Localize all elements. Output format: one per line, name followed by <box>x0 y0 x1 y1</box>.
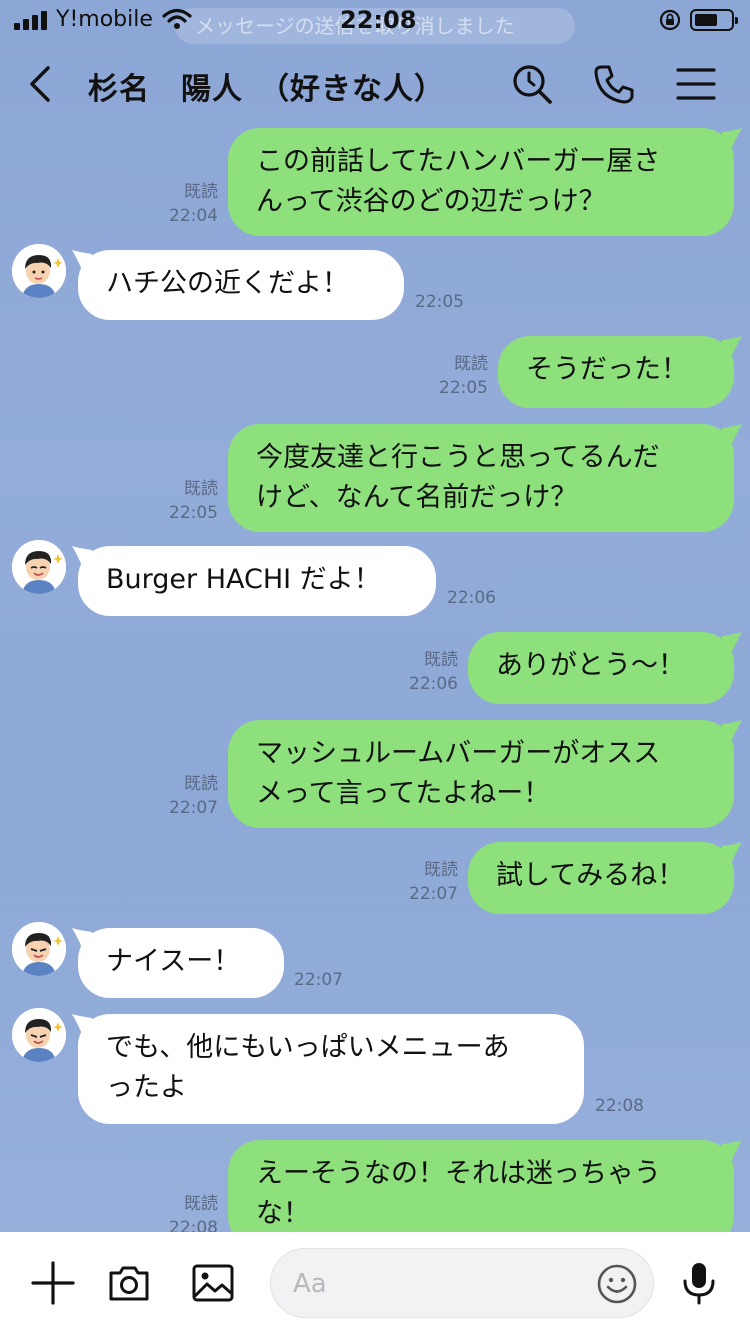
wifi-icon <box>162 8 192 29</box>
status-bar: Y!mobile メッセージの送信を取り消しました 22:08 <box>0 0 750 44</box>
message-time: 22:07 <box>409 884 458 904</box>
bubble-tail <box>722 1140 742 1160</box>
message-time: 22:05 <box>415 292 464 312</box>
message-text: ハチ公の近くだよ！ <box>106 268 349 299</box>
message-time: 22:07 <box>169 798 218 818</box>
read-receipt: 既読 <box>184 1194 218 1214</box>
avatar-icon <box>12 1008 66 1062</box>
bubble-tail <box>722 632 742 652</box>
battery-icon <box>690 9 738 31</box>
message-text: んって渋谷のどの辺だっけ？ <box>256 186 606 217</box>
image-icon[interactable] <box>190 1260 236 1306</box>
message-bubble[interactable]: ナイスー！ <box>78 928 284 998</box>
message-bubble[interactable]: ありがとう～！ <box>468 632 734 704</box>
message-meta: 既読 22:04 <box>150 180 218 228</box>
plus-icon[interactable] <box>30 1260 76 1306</box>
message-text: でも、他にもいっぱいメニューあ <box>106 1032 510 1063</box>
signal-icon <box>14 10 50 30</box>
message-time: 22:04 <box>169 206 218 226</box>
message-bubble[interactable]: この前話してたハンバーガー屋さ んって渋谷のどの辺だっけ？ <box>228 128 734 236</box>
back-icon[interactable] <box>22 62 62 106</box>
status-time: 22:08 <box>340 6 417 34</box>
rotation-lock-icon <box>659 9 681 31</box>
message-meta: 既読 22:05 <box>420 352 488 400</box>
read-receipt: 既読 <box>184 182 218 202</box>
message-text: ありがとう～！ <box>496 650 685 681</box>
bubble-tail <box>722 842 742 862</box>
message-text: マッシュルームバーガーがオスス <box>256 738 661 769</box>
emoji-icon[interactable] <box>595 1262 639 1306</box>
read-receipt: 既読 <box>454 354 488 374</box>
read-receipt: 既読 <box>424 650 458 670</box>
avatar-icon <box>12 540 66 594</box>
message-meta: 既読 22:06 <box>390 648 458 696</box>
message-text: この前話してたハンバーガー屋さ <box>256 146 661 177</box>
message-input-field[interactable] <box>293 1263 593 1305</box>
message-time: 22:08 <box>595 1096 644 1116</box>
message-time: 22:06 <box>409 674 458 694</box>
message-time: 22:05 <box>439 378 488 398</box>
message-meta: 既読 22:07 <box>150 772 218 820</box>
message-text: ナイスー！ <box>106 946 241 977</box>
microphone-icon[interactable] <box>676 1260 722 1306</box>
message-text: ったよ <box>106 1072 187 1103</box>
message-meta: 既読 22:07 <box>390 858 458 906</box>
avatar-icon <box>12 922 66 976</box>
message-time: 22:06 <box>447 588 496 608</box>
read-receipt: 既読 <box>184 479 218 499</box>
message-bubble[interactable]: 試してみるね！ <box>468 842 734 914</box>
camera-icon[interactable] <box>106 1260 152 1306</box>
message-bubble[interactable]: そうだった！ <box>498 336 734 408</box>
avatar[interactable] <box>12 540 66 594</box>
bubble-tail <box>722 720 742 740</box>
message-text: メって言ってたよねー！ <box>256 778 551 809</box>
message-text: 試してみるね！ <box>496 860 685 891</box>
message-bubble[interactable]: マッシュルームバーガーがオスス メって言ってたよねー！ <box>228 720 734 828</box>
message-bubble[interactable]: でも、他にもいっぱいメニューあ ったよ <box>78 1014 584 1124</box>
avatar[interactable] <box>12 922 66 976</box>
avatar-icon <box>12 244 66 298</box>
search-icon[interactable] <box>510 62 554 106</box>
message-bubble[interactable]: 今度友達と行こうと思ってるんだ けど、なんて名前だっけ？ <box>228 424 734 532</box>
input-bar <box>0 1232 750 1334</box>
chat-title: 杉名 陽人 （好きな人） <box>88 72 445 107</box>
bubble-tail <box>722 336 742 356</box>
bubble-tail <box>722 424 742 444</box>
message-text: けど、なんて名前だっけ？ <box>256 482 578 513</box>
message-text: Burger HACHI だよ！ <box>106 564 381 595</box>
menu-icon[interactable] <box>674 62 718 106</box>
message-meta: 既読 22:05 <box>150 477 218 525</box>
avatar[interactable] <box>12 1008 66 1062</box>
message-text: えーそうなの！それは迷っちゃう <box>256 1158 661 1189</box>
message-input[interactable] <box>270 1248 654 1318</box>
message-bubble[interactable]: Burger HACHI だよ！ <box>78 546 436 616</box>
message-time: 22:05 <box>169 503 218 523</box>
message-time: 22:07 <box>294 970 343 990</box>
avatar[interactable] <box>12 244 66 298</box>
message-text: 今度友達と行こうと思ってるんだ <box>256 442 660 473</box>
chat-header: 杉名 陽人 （好きな人） <box>0 42 750 128</box>
phone-icon[interactable] <box>592 62 636 106</box>
bubble-tail <box>722 128 742 148</box>
message-text: そうだった！ <box>526 354 688 385</box>
message-text: な！ <box>256 1198 310 1229</box>
read-receipt: 既読 <box>184 774 218 794</box>
read-receipt: 既読 <box>424 860 458 880</box>
message-bubble[interactable]: ハチ公の近くだよ！ <box>78 250 404 320</box>
carrier-label: Y!mobile <box>56 7 153 32</box>
